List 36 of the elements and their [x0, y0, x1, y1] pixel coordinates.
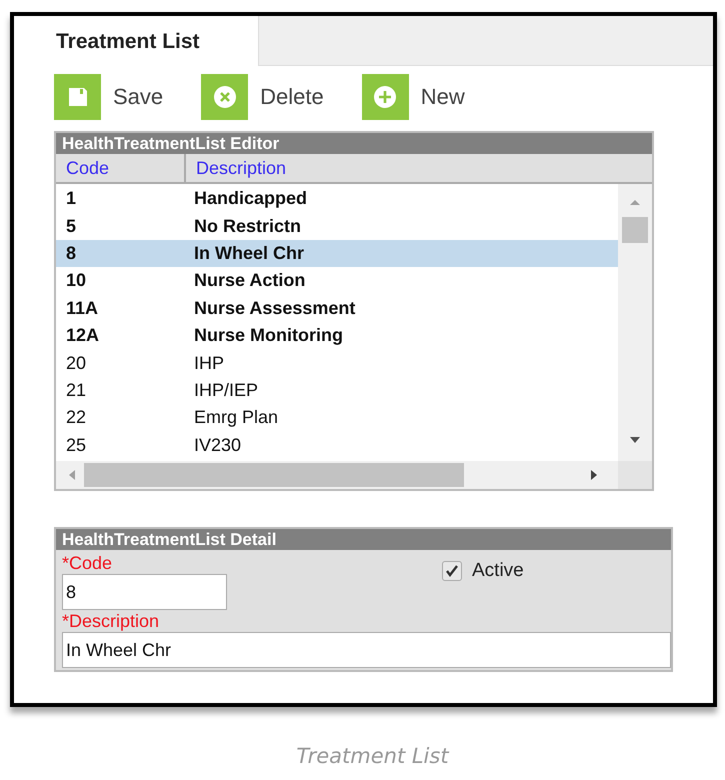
- delete-button[interactable]: Delete: [201, 74, 324, 120]
- save-button[interactable]: Save: [54, 74, 164, 120]
- table-row[interactable]: 5 No Restrictn: [56, 212, 618, 240]
- column-header[interactable]: Description: [186, 154, 286, 182]
- code-field[interactable]: 8: [62, 574, 227, 610]
- table-row[interactable]: 12A Nurse Monitoring: [56, 322, 618, 350]
- tab[interactable]: Treatment List: [14, 16, 258, 66]
- panel-title: HealthTreatmentList Editor: [56, 133, 652, 154]
- horizontal-scrollbar[interactable]: [56, 461, 652, 489]
- plus-icon: [373, 85, 398, 109]
- table-row[interactable]: 8 In Wheel Chr: [56, 240, 618, 268]
- vertical-scrollbar[interactable]: [618, 184, 652, 461]
- scrollbar-thumb[interactable]: [84, 463, 464, 487]
- down-arrow-icon: [629, 436, 641, 444]
- field-label: *Code: [62, 552, 114, 574]
- panel-title: HealthTreatmentList Detail: [56, 529, 671, 550]
- table-row[interactable]: 22 Emrg Plan: [56, 404, 618, 432]
- scrollbar-thumb[interactable]: [622, 217, 648, 243]
- table-row[interactable]: 21 IHP/IEP: [56, 376, 618, 404]
- right-arrow-icon: [590, 469, 598, 481]
- scrollbar-corner: [618, 461, 652, 489]
- table-row[interactable]: 11A Nurse Assessment: [56, 294, 618, 322]
- new-button[interactable]: New: [362, 74, 465, 120]
- close-icon: [212, 85, 237, 109]
- active-checkbox[interactable]: [442, 561, 462, 581]
- description-field[interactable]: In Wheel Chr: [62, 632, 671, 668]
- table-row[interactable]: 20 IHP: [56, 349, 618, 377]
- up-arrow-icon: [629, 198, 641, 206]
- left-arrow-icon: [68, 469, 76, 481]
- checkbox-label: Active: [472, 560, 524, 582]
- table-row[interactable]: 10 Nurse Action: [56, 267, 618, 295]
- column-header[interactable]: Code: [56, 154, 186, 182]
- table-row[interactable]: 1 Handicapped: [56, 185, 618, 212]
- table-row[interactable]: 25 IV230: [56, 432, 618, 459]
- caption: Treatment List: [295, 744, 450, 768]
- field-label: *Description: [62, 610, 160, 632]
